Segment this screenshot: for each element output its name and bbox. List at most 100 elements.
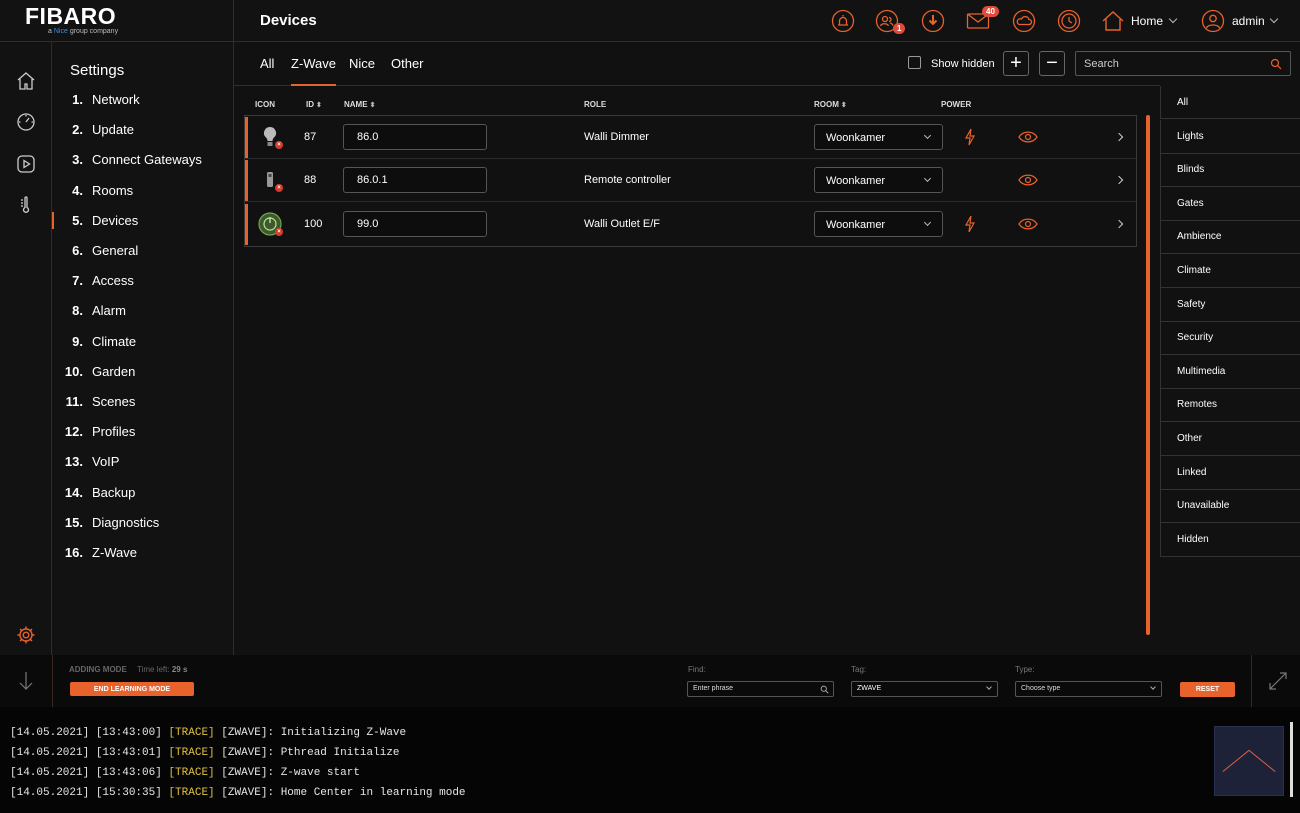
remove-device-button[interactable]: − [1039, 51, 1065, 76]
sidebar-item-diagnostics[interactable]: 15. Diagnostics [52, 511, 233, 535]
sidebar-item-garden[interactable]: 10. Garden [52, 360, 233, 384]
gear-icon[interactable] [16, 625, 36, 645]
category-remotes[interactable]: Remotes [1160, 388, 1300, 423]
search-icon[interactable] [1270, 58, 1282, 70]
tab-other[interactable]: Other [391, 56, 424, 86]
home-nav-icon[interactable] [16, 71, 36, 91]
category-hidden[interactable]: Hidden [1160, 522, 1300, 557]
room-select[interactable]: Woonkamer [814, 124, 943, 150]
visibility-eye-icon[interactable] [1018, 218, 1038, 230]
scroll-to-top-thumbnail[interactable] [1214, 726, 1284, 796]
expand-icon[interactable] [1268, 671, 1288, 691]
type-select[interactable]: Choose type [1015, 681, 1162, 697]
tab-zwave[interactable]: Z-Wave [291, 56, 337, 86]
home-icon[interactable] [1101, 9, 1125, 33]
nav-item-label: Access [92, 273, 134, 289]
category-climate[interactable]: Climate [1160, 254, 1300, 288]
end-learning-mode-button[interactable]: END LEARNING MODE [70, 682, 194, 696]
messages-icon[interactable]: 40 [966, 6, 999, 33]
row-accent [245, 117, 248, 158]
device-name-input[interactable] [343, 167, 487, 193]
arrow-down-icon[interactable] [18, 671, 34, 691]
sidebar-item-voip[interactable]: 13. VoIP [52, 450, 233, 474]
room-select[interactable]: Woonkamer [814, 211, 943, 237]
nav-item-label: Z-Wave [92, 545, 138, 560]
sidebar-item-scenes[interactable]: 11. Scenes [52, 390, 233, 414]
category-other[interactable]: Other [1160, 422, 1300, 456]
category-unavailable[interactable]: Unavailable [1160, 489, 1300, 524]
play-icon[interactable] [16, 154, 36, 174]
sidebar-item-alarm[interactable]: 8. Alarm [52, 299, 233, 323]
table-scrollbar[interactable] [1146, 115, 1150, 635]
table-row[interactable]: × 87 Walli Dimmer Woonkamer [245, 116, 1136, 159]
category-multimedia[interactable]: Multimedia [1160, 354, 1300, 389]
find-input[interactable]: Enter phrase [687, 681, 834, 697]
power-bolt-icon[interactable] [963, 215, 977, 233]
device-name-input[interactable] [343, 124, 487, 150]
error-badge-icon: × [275, 228, 283, 236]
room-select[interactable]: Woonkamer [814, 167, 943, 193]
settings-title: Settings [70, 62, 125, 79]
thermometer-icon[interactable] [16, 195, 36, 215]
col-header-name[interactable]: NAME ⬍ [344, 100, 375, 109]
tag-select[interactable]: ZWAVE [851, 681, 998, 697]
users-icon[interactable]: 1 [875, 9, 906, 34]
chevron-right-icon[interactable] [1114, 132, 1124, 142]
chevron-down-icon [923, 218, 932, 227]
weather-icon[interactable] [1012, 9, 1036, 33]
table-row[interactable]: × 88 Remote controller Woonkamer [245, 159, 1136, 202]
sidebar-item-access[interactable]: 7. Access [52, 269, 233, 293]
show-hidden-checkbox[interactable] [908, 56, 921, 69]
power-bolt-icon[interactable] [963, 128, 977, 146]
sidebar-item-update[interactable]: 2. Update [52, 118, 233, 142]
console-scrollbar[interactable] [1290, 722, 1293, 797]
page-title: Devices [260, 12, 317, 29]
chevron-down-icon [1168, 14, 1178, 24]
sidebar-item-backup[interactable]: 14. Backup [52, 481, 233, 505]
table-row[interactable]: × 100 Walli Outlet E/F Woonkamer [245, 203, 1136, 246]
device-name-input[interactable] [343, 211, 487, 237]
visibility-eye-icon[interactable] [1018, 131, 1038, 143]
sidebar-item-devices[interactable]: 5. Devices [52, 209, 233, 233]
nav-item-label: Backup [92, 484, 136, 500]
category-linked[interactable]: Linked [1160, 455, 1300, 490]
sidebar-item-climate[interactable]: 9. Climate [52, 330, 233, 354]
add-device-button[interactable]: + [1003, 51, 1029, 76]
category-security[interactable]: Security [1160, 321, 1300, 356]
visibility-eye-icon[interactable] [1018, 174, 1038, 186]
tab-all[interactable]: All [260, 56, 274, 86]
user-menu[interactable]: admin [1232, 14, 1265, 28]
fibaro-logo[interactable]: FIBARO a Nice group company [0, 0, 234, 42]
error-badge-icon: × [275, 184, 283, 192]
home-selector[interactable]: Home [1131, 14, 1163, 28]
user-avatar-icon[interactable] [1201, 9, 1225, 33]
search-input[interactable] [1075, 51, 1291, 76]
category-lights[interactable]: Lights [1160, 119, 1300, 154]
sidebar-item-connect-gateways[interactable]: 3. Connect Gateways [52, 148, 233, 172]
category-ambience[interactable]: Ambience [1160, 220, 1300, 255]
sidebar-item-network[interactable]: 1. Network [52, 88, 233, 112]
sidebar-item-rooms[interactable]: 4. Rooms [52, 179, 233, 203]
alarm-icon[interactable] [831, 9, 855, 33]
sidebar-item-z-wave[interactable]: 16. Z-Wave [52, 541, 233, 565]
chevron-right-icon[interactable] [1114, 219, 1124, 229]
clock-icon[interactable] [1057, 9, 1081, 33]
log-line: [14.05.2021] [15:30:35] [TRACE] [ZWAVE]:… [10, 787, 466, 799]
category-gates[interactable]: Gates [1160, 186, 1300, 221]
chevron-right-icon[interactable] [1114, 175, 1124, 185]
category-all[interactable]: All [1160, 86, 1300, 119]
nav-item-label: Rooms [92, 182, 134, 198]
download-icon[interactable] [921, 9, 945, 33]
category-safety[interactable]: Safety [1160, 287, 1300, 322]
col-header-id[interactable]: ID ⬍ [306, 100, 322, 109]
nav-item-number: 15. [64, 514, 83, 530]
speedometer-icon[interactable] [16, 112, 36, 132]
device-id: 100 [304, 218, 323, 230]
nav-item-label: General [92, 243, 139, 258]
sidebar-item-general[interactable]: 6. General [52, 239, 233, 263]
sidebar-item-profiles[interactable]: 12. Profiles [52, 420, 233, 444]
category-blinds[interactable]: Blinds [1160, 153, 1300, 188]
reset-button[interactable]: RESET [1180, 682, 1235, 697]
col-header-room[interactable]: ROOM ⬍ [814, 100, 847, 109]
tab-nice[interactable]: Nice [349, 56, 375, 86]
